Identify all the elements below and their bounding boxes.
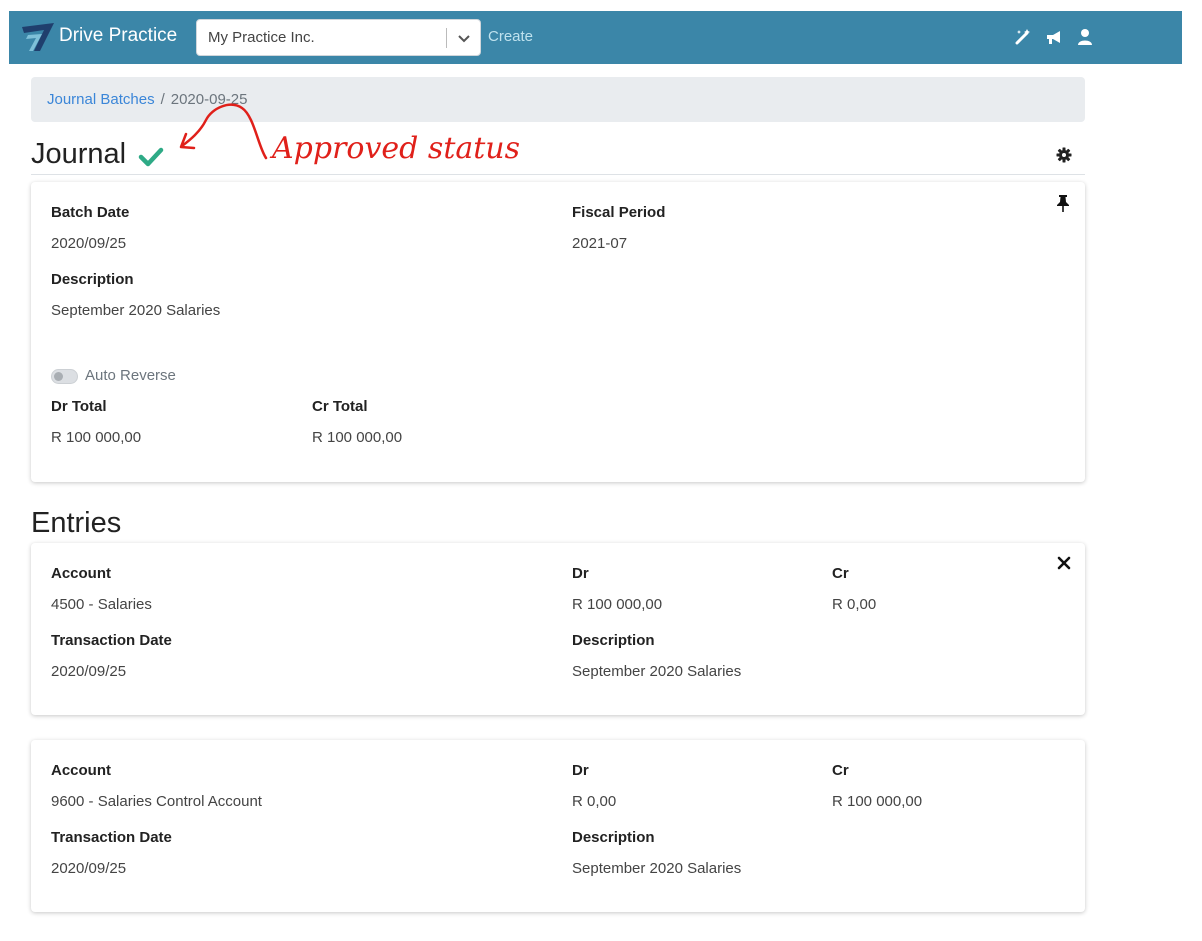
cr-total-value: R 100 000,00: [312, 429, 403, 446]
account-label: Account: [51, 565, 111, 582]
breadcrumb-separator: /: [160, 91, 165, 108]
gear-icon[interactable]: [1056, 147, 1072, 163]
cr-total-label: Cr Total: [312, 398, 368, 415]
transaction-date-label: Transaction Date: [51, 632, 172, 649]
batch-date-value: 2020/09/25: [51, 235, 127, 252]
close-icon[interactable]: [1057, 556, 1071, 570]
journal-card: Batch Date 2020/09/25 Fiscal Period 2021…: [31, 182, 1085, 482]
brand-name[interactable]: Drive Practice: [59, 25, 177, 47]
dr-value: R 0,00: [572, 793, 617, 810]
entries-title: Entries: [31, 507, 122, 539]
dr-total-label: Dr Total: [51, 398, 107, 415]
entry-card: Account 4500 - Salaries Dr R 100 000,00 …: [31, 543, 1085, 715]
annotation-arrow-icon: [179, 103, 268, 160]
account-value: 4500 - Salaries: [51, 596, 152, 613]
account-value: 9600 - Salaries Control Account: [51, 793, 262, 810]
breadcrumb-link-journal-batches[interactable]: Journal Batches: [47, 91, 155, 108]
fiscal-period-value: 2021-07: [572, 235, 628, 252]
entry-description-label: Description: [572, 829, 655, 846]
title-divider: [31, 174, 1085, 175]
transaction-date-value: 2020/09/25: [51, 860, 127, 877]
cr-value: R 100 000,00: [832, 793, 923, 810]
dr-value: R 100 000,00: [572, 596, 663, 613]
select-divider: [446, 28, 447, 48]
dr-label: Dr: [572, 762, 589, 779]
cr-value: R 0,00: [832, 596, 877, 613]
entry-description-label: Description: [572, 632, 655, 649]
entry-description-value: September 2020 Salaries: [572, 860, 742, 877]
auto-reverse-toggle[interactable]: [51, 369, 78, 384]
description-label: Description: [51, 271, 134, 288]
toggle-knob: [54, 372, 63, 381]
user-icon[interactable]: [1076, 28, 1094, 46]
megaphone-icon[interactable]: [1045, 28, 1063, 46]
cr-label: Cr: [832, 565, 849, 582]
cr-label: Cr: [832, 762, 849, 779]
company-select[interactable]: My Practice Inc.: [196, 19, 481, 56]
description-value: September 2020 Salaries: [51, 302, 221, 319]
entry-description-value: September 2020 Salaries: [572, 663, 742, 680]
company-select-value: My Practice Inc.: [208, 29, 315, 46]
transaction-date-label: Transaction Date: [51, 829, 172, 846]
page-title: Journal: [31, 138, 127, 170]
batch-date-label: Batch Date: [51, 204, 130, 221]
dr-label: Dr: [572, 565, 589, 582]
transaction-date-value: 2020/09/25: [51, 663, 127, 680]
pin-icon[interactable]: [1056, 194, 1070, 212]
check-icon: [138, 147, 164, 167]
dr-total-value: R 100 000,00: [51, 429, 142, 446]
top-navbar: Drive Practice My Practice Inc. Create: [9, 11, 1182, 64]
entry-card: Account 9600 - Salaries Control Account …: [31, 740, 1085, 912]
logo-icon[interactable]: [20, 21, 56, 53]
account-label: Account: [51, 762, 111, 779]
magic-wand-icon[interactable]: [1014, 28, 1032, 46]
create-link[interactable]: Create: [488, 28, 533, 45]
auto-reverse-label: Auto Reverse: [85, 367, 176, 384]
chevron-down-icon[interactable]: [456, 30, 472, 46]
fiscal-period-label: Fiscal Period: [572, 204, 666, 221]
annotation-text: Approved status: [272, 131, 521, 166]
